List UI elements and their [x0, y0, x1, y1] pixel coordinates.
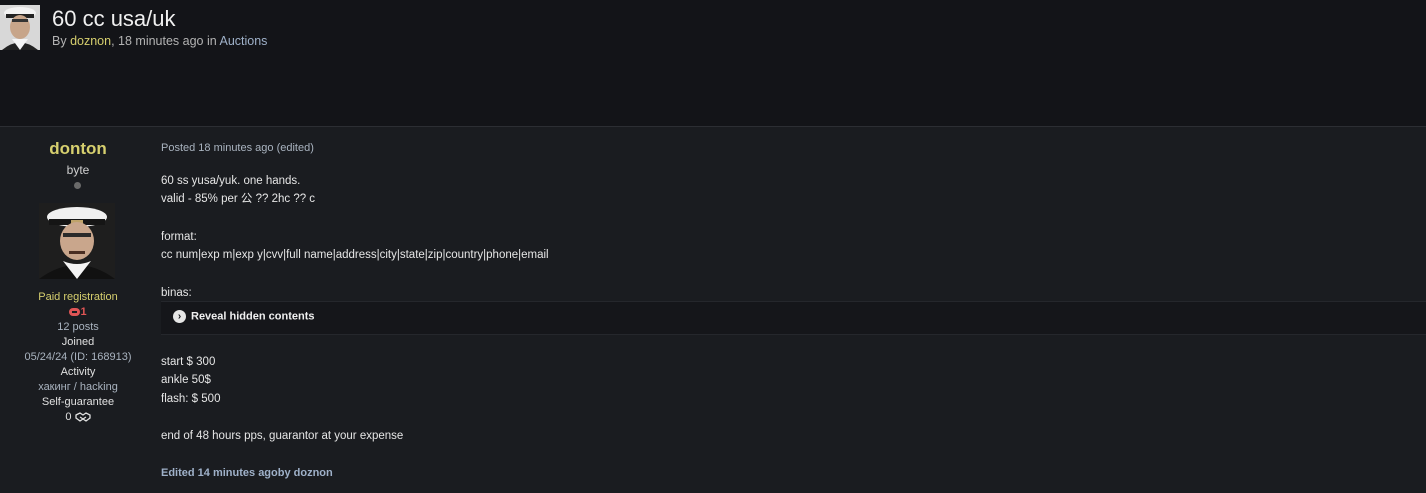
- topic-author-link[interactable]: doznon: [70, 34, 111, 48]
- activity-label: Activity: [60, 366, 96, 378]
- post-line: ankle 50$: [161, 374, 211, 386]
- post-line: cc num|exp m|exp y|cvv|full name|address…: [161, 249, 549, 261]
- by-prefix: By: [52, 34, 71, 48]
- topic-header: 60 cc usa/uk By doznon, 18 minutes ago i…: [0, 0, 1426, 127]
- user-avatar[interactable]: [39, 203, 115, 279]
- post: donton byte Paid registration 1 12 posts…: [0, 127, 1426, 493]
- post-line: flash: $ 500: [161, 393, 221, 405]
- edited-note: Edited 14 minutes agoby doznon: [161, 467, 333, 479]
- post-line: format:: [161, 231, 197, 243]
- topic-time: , 18 minutes ago in: [111, 34, 220, 48]
- author-avatar[interactable]: [0, 5, 40, 50]
- guarantee-value: 0: [65, 411, 72, 423]
- post-meta[interactable]: Posted 18 minutes ago (edited): [161, 142, 314, 154]
- user-group: Paid registration: [38, 291, 118, 303]
- joined-value: 05/24/24 (ID: 168913): [24, 351, 132, 363]
- post-line: end of 48 hours pps, guarantor at your e…: [161, 430, 404, 442]
- post-line: 60 ss yusa/yuk. one hands.: [161, 175, 301, 187]
- hidden-content-block: › Reveal hidden contents: [161, 301, 1426, 335]
- post-line: start $ 300: [161, 356, 216, 368]
- joined-label: Joined: [61, 336, 95, 348]
- online-status-indicator: [74, 182, 81, 189]
- guarantee-label: Self-guarantee: [41, 396, 115, 408]
- forum-link[interactable]: Auctions: [219, 34, 267, 48]
- guarantee-row: 0: [0, 410, 156, 424]
- handshake-icon: [74, 412, 91, 422]
- user-reputation: 1: [0, 305, 156, 319]
- topic-title: 60 cc usa/uk: [52, 6, 176, 31]
- topic-byline: By doznon, 18 minutes ago in Auctions: [52, 34, 267, 48]
- minus-circle-icon: [69, 308, 81, 317]
- user-posts-link[interactable]: 12 posts: [0, 320, 156, 334]
- post-line: valid - 85% per 公 ?? 2hc ?? c: [161, 193, 316, 205]
- user-rank: byte: [66, 163, 90, 177]
- reputation-value: 1: [80, 306, 87, 318]
- username-link[interactable]: donton: [0, 139, 156, 159]
- post-line: binas:: [161, 287, 192, 299]
- chevron-right-icon: ›: [173, 310, 186, 323]
- activity-value: хакинг / hacking: [38, 381, 118, 393]
- user-info-panel: donton byte Paid registration 1 12 posts…: [0, 127, 156, 493]
- reveal-label: Reveal hidden contents: [191, 310, 315, 323]
- reveal-hidden-contents-button[interactable]: › Reveal hidden contents: [173, 310, 314, 323]
- post-content: Posted 18 minutes ago (edited) 60 ss yus…: [161, 127, 1426, 493]
